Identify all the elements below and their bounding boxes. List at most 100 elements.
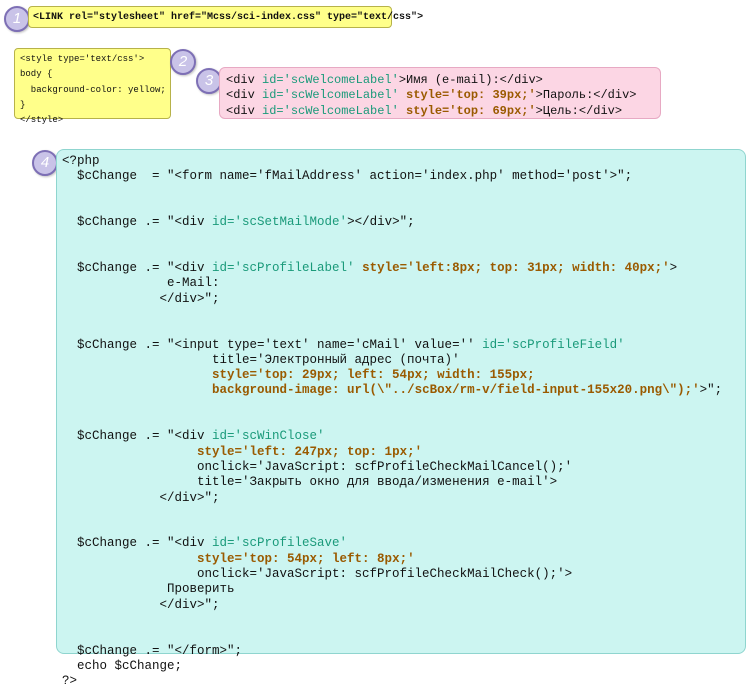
code-line: style='left: 247px; top: 1px;' [62, 445, 745, 460]
code-text: $cChange .= "<div [62, 215, 213, 230]
code-line: $cChange .= "<input type='text' name='cM… [62, 338, 745, 353]
code-text: $cChange = "<form name='fMailAddress' ac… [62, 169, 633, 184]
code-text: e-Mail: [62, 276, 220, 291]
code-text: title='Закрыть окно для ввода/изменения … [62, 475, 558, 490]
code-text: } [20, 99, 26, 110]
code-line: </div>"; [62, 491, 745, 506]
code-text: $cChange .= "<input type='text' name='cM… [62, 337, 483, 352]
code-line: echo $cChange; [62, 659, 745, 674]
code-line: Проверить [62, 582, 745, 597]
code-line: background-image: url(\"../scBox/rm-v/fi… [62, 383, 745, 398]
code-text: </div>"; [62, 291, 220, 306]
code-line: <div id='scWelcomeLabel' style='top: 69p… [226, 104, 660, 119]
code-line: e-Mail: [62, 276, 745, 291]
code-id-attribute: id='scWelcomeLabel' [262, 103, 399, 118]
code-id-attribute: id='scSetMailMode' [212, 215, 348, 230]
code-text: $cChange .= "<div [62, 261, 213, 276]
code-text: ?> [62, 674, 78, 689]
code-line: $cChange .= "<div id='scWinClose' [62, 429, 745, 444]
code-text: <div [226, 88, 263, 103]
code-text: $cChange .= "</form>"; [62, 643, 243, 658]
code-text: > [669, 261, 678, 276]
code-line: style='top: 29px; left: 54px; width: 155… [62, 368, 745, 383]
code-id-attribute: id='scWelcomeLabel' [262, 73, 399, 87]
code-text: Проверить [62, 582, 235, 597]
code-line: $cChange = "<form name='fMailAddress' ac… [62, 169, 745, 184]
code-text: $cChange .= "<div [62, 429, 213, 444]
code-line: </div>"; [62, 292, 745, 307]
code-line: $cChange .= "<div id='scProfileLabel' st… [62, 261, 745, 276]
code-text: background-color: yellow; [20, 84, 166, 95]
link-stylesheet-snippet: <LINK rel="stylesheet" href="Mcss/sci-in… [28, 6, 423, 28]
step-badge-2: 2 [170, 49, 196, 75]
code-line: </div>"; [62, 598, 745, 613]
code-text: title='Электронный адрес (почта)' [62, 352, 460, 367]
code-line: onclick='JavaScript: scfProfileCheckMail… [62, 460, 745, 475]
code-style-attribute: style='top: 54px; left: 8px;' [197, 551, 415, 566]
code-text: </div>"; [62, 490, 220, 505]
code-id-attribute: id='scProfileSave' [212, 536, 348, 551]
code-line: <?php [62, 154, 745, 169]
code-line: <LINK rel="stylesheet" href="Mcss/sci-in… [33, 7, 423, 23]
code-id-attribute: id='scProfileField' [482, 337, 625, 352]
code-line: $cChange .= "</form>"; [62, 644, 745, 659]
welcome-label-divs-snippet: <div id='scWelcomeLabel'>Имя (e-mail):</… [219, 67, 661, 119]
code-text: ></div>"; [347, 215, 415, 230]
code-text: echo $cChange; [62, 658, 183, 673]
code-line: body { [20, 68, 170, 83]
code-text: >Цель:</div> [535, 103, 623, 118]
code-style-attribute: style='top: 29px; left: 54px; width: 155… [212, 368, 535, 383]
code-text: <style type='text/css'> [20, 54, 145, 64]
style-block-snippet: <style type='text/css'> body { background… [14, 48, 171, 125]
code-text: <div [226, 103, 263, 118]
code-id-attribute: id='scWelcomeLabel' [262, 88, 399, 103]
code-text: $cChange .= "<div [62, 536, 213, 551]
code-line: $cChange .= "<div id='scProfileSave' [62, 536, 745, 551]
code-style-attribute: background-image: url(\"../scBox/rm-v/fi… [212, 383, 700, 398]
code-text: </div>"; [62, 597, 220, 612]
code-text: >"; [699, 383, 723, 398]
code-text: </style> [20, 115, 64, 126]
code-id-attribute: id='scWinClose' [212, 429, 325, 444]
php-form-code-snippet: <?php $cChange = "<form name='fMailAddre… [56, 149, 746, 688]
code-style-attribute: style='left:8px; top: 31px; width: 40px;… [362, 261, 670, 276]
code-text: onclick='JavaScript: scfProfileCheckMail… [62, 459, 573, 474]
code-line: style='top: 54px; left: 8px;' [62, 552, 745, 567]
code-text: <?php [62, 154, 100, 168]
code-text: <LINK rel="stylesheet" href="Mcss/sci-in… [33, 12, 424, 23]
step-badge-1: 1 [4, 6, 30, 32]
code-style-attribute: style='top: 39px;' [406, 88, 536, 103]
code-line: } [20, 99, 170, 114]
code-line: title='Электронный адрес (почта)' [62, 353, 745, 368]
code-text: >Имя (e-mail):</div> [398, 73, 543, 87]
step-badge-4: 4 [32, 150, 58, 176]
code-style-attribute: style='top: 69px;' [406, 103, 536, 118]
code-text: onclick='JavaScript: scfProfileCheckMail… [62, 567, 573, 582]
code-style-attribute: style='left: 247px; top: 1px;' [197, 444, 423, 459]
code-line: <div id='scWelcomeLabel' style='top: 39p… [226, 88, 660, 103]
code-text: body { [20, 69, 53, 80]
code-line: background-color: yellow; [20, 84, 170, 99]
code-text: >Пароль:</div> [535, 88, 637, 103]
code-id-attribute: id='scProfileLabel' [212, 261, 355, 276]
code-line: <style type='text/css'> [20, 53, 170, 68]
